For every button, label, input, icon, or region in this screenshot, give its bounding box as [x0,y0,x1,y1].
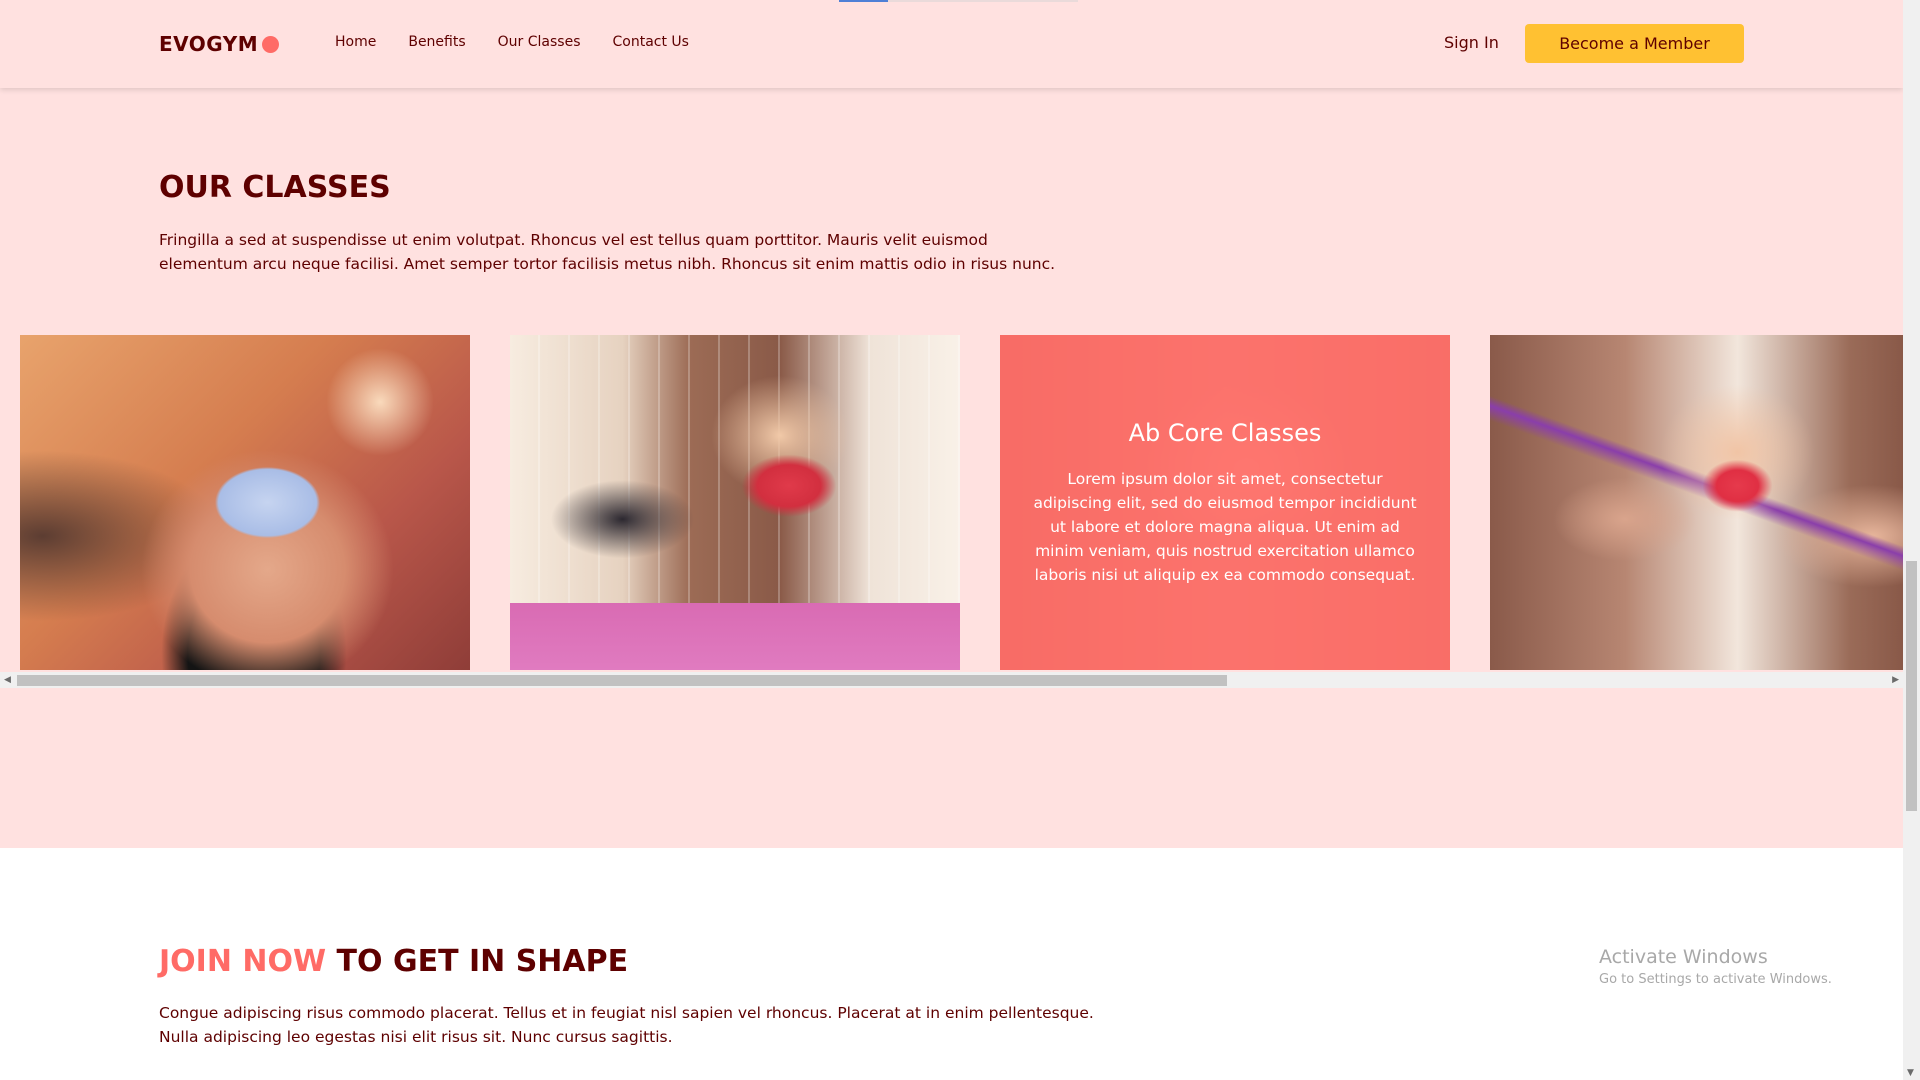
section-description: Fringilla a sed at suspendisse ut enim v… [159,231,1056,273]
nav-link-our-classes[interactable]: Our Classes [498,34,581,50]
classes-carousel[interactable]: Ab Core Classes Lorem ipsum dolor sit am… [0,335,1903,687]
class-card-ab-core[interactable]: Ab Core Classes Lorem ipsum dolor sit am… [1000,335,1450,670]
scroll-down-arrow-icon[interactable]: ▼ [1907,1068,1914,1078]
class-card[interactable] [20,335,470,670]
logo-dot-icon [262,35,280,53]
nav-link-benefits[interactable]: Benefits [408,34,465,50]
class-card[interactable] [1490,335,1903,670]
watermark-subtitle: Go to Settings to activate Windows. [1599,972,1832,987]
loading-indicator-track [888,0,1078,2]
vertical-scroll-thumb[interactable] [1906,561,1917,811]
card-description: Lorem ipsum dolor sit amet, consectetur … [1033,469,1417,584]
scroll-left-arrow-icon[interactable]: ◀ [4,675,11,685]
logo[interactable]: EVOGYM [159,32,280,56]
nav-links: Home Benefits Our Classes Contact Us [335,34,689,50]
logo-text: EVOGYM [159,32,259,56]
activate-windows-watermark: Activate Windows Go to Settings to activ… [1599,946,1832,987]
card-title: Ab Core Classes [1128,418,1322,447]
horizontal-scroll-thumb[interactable] [17,675,1227,686]
class-card[interactable] [510,335,960,670]
horizontal-scrollbar[interactable]: ◀ ▶ [0,672,1903,688]
vertical-scrollbar[interactable]: ▼ [1903,0,1920,1080]
join-title-accent: JOIN NOW [159,944,327,979]
yoga-class-photo [510,335,960,670]
navbar: EVOGYM Home Benefits Our Classes Contact… [0,0,1903,88]
weight-training-photo [20,335,470,670]
join-title-rest: TO GET IN SHAPE [326,944,629,979]
watermark-title: Activate Windows [1599,946,1768,968]
card-overlay: Ab Core Classes Lorem ipsum dolor sit am… [1000,335,1450,670]
page: EVOGYM Home Benefits Our Classes Contact… [0,0,1903,1080]
resistance-band-photo [1490,335,1903,670]
sign-in-link[interactable]: Sign In [1444,33,1499,52]
nav-link-contact-us[interactable]: Contact Us [613,34,689,50]
our-classes-section: OUR CLASSES Fringilla a sed at suspendis… [0,88,1903,848]
become-member-button[interactable]: Become a Member [1525,24,1744,63]
nav-link-home[interactable]: Home [335,34,376,50]
join-title: JOIN NOW TO GET IN SHAPE [159,944,628,979]
section-title: OUR CLASSES [159,170,391,205]
loading-indicator [839,0,888,2]
join-description: Congue adipiscing risus commodo placerat… [159,1004,1094,1046]
scroll-right-arrow-icon[interactable]: ▶ [1892,675,1899,685]
